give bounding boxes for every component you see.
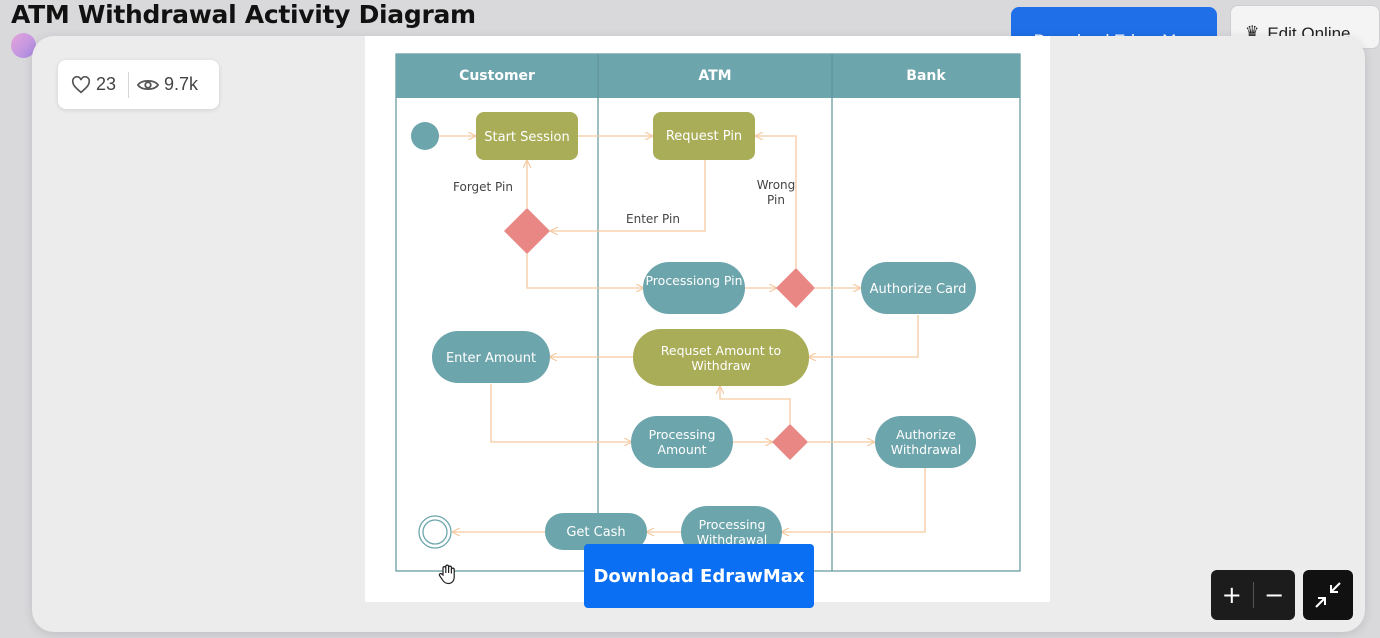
node-enter-amount-label: Enter Amount [446,351,536,366]
page-title: ATM Withdrawal Activity Diagram [11,0,476,29]
heart-icon [71,75,91,93]
edge-label-forget-pin: Forget Pin [453,180,513,194]
edge-label-wrong-pin-1: Wrong [757,178,796,192]
stats-card: 23 9.7k [58,60,219,109]
eye-icon [137,79,160,90]
collapse-icon [1315,582,1341,608]
likes-count: 23 [96,74,117,94]
likes-button[interactable]: 23 [58,74,116,95]
activity-diagram: Customer ATM Bank Start Session Request … [395,53,1021,572]
decision-amount [772,424,808,460]
node-get-cash-label: Get Cash [566,525,625,540]
node-request-amount-label-1: Requset Amount to [661,343,781,358]
node-authorize-card-label: Authorize Card [870,282,967,297]
node-authorize-withdrawal-label-2: Withdrawal [891,442,961,457]
zoom-out-button[interactable]: − [1253,570,1295,620]
node-processing-withdrawal-label-1: Processing [699,517,766,532]
lane-header-bank: Bank [906,68,946,84]
node-processing-pin [643,262,745,314]
views-count: 9.7k [164,74,199,94]
edge-label-enter-pin: Enter Pin [626,212,680,226]
node-authorize-withdrawal-label-1: Authorize [896,427,956,442]
node-request-amount-label-2: Withdraw [691,358,750,373]
diagram-canvas[interactable]: Customer ATM Bank Start Session Request … [365,36,1050,602]
views-counter: 9.7k [137,74,198,95]
zoom-controls: + − [1211,570,1295,620]
initial-node [411,122,439,150]
final-node-inner [422,519,448,545]
zoom-in-button[interactable]: + [1211,570,1253,620]
decision-wrong-pin [776,268,815,308]
node-processing-amount-label-2: Amount [657,442,706,457]
decision-forget-pin [504,208,550,254]
download-edrawmax-button[interactable]: Download EdrawMax [584,544,814,608]
exit-fullscreen-button[interactable] [1303,570,1353,620]
node-processing-pin-label: Processiong Pin [645,273,742,288]
node-processing-amount-label-1: Processing [649,427,716,442]
lane-header-customer: Customer [459,68,535,84]
edge-label-wrong-pin-2: Pin [767,193,785,207]
lane-header-atm: ATM [698,68,731,84]
node-start-session-label: Start Session [484,130,570,145]
hand-cursor-icon [437,563,459,589]
stats-divider [128,71,130,98]
node-request-pin-label: Request Pin [666,129,742,144]
